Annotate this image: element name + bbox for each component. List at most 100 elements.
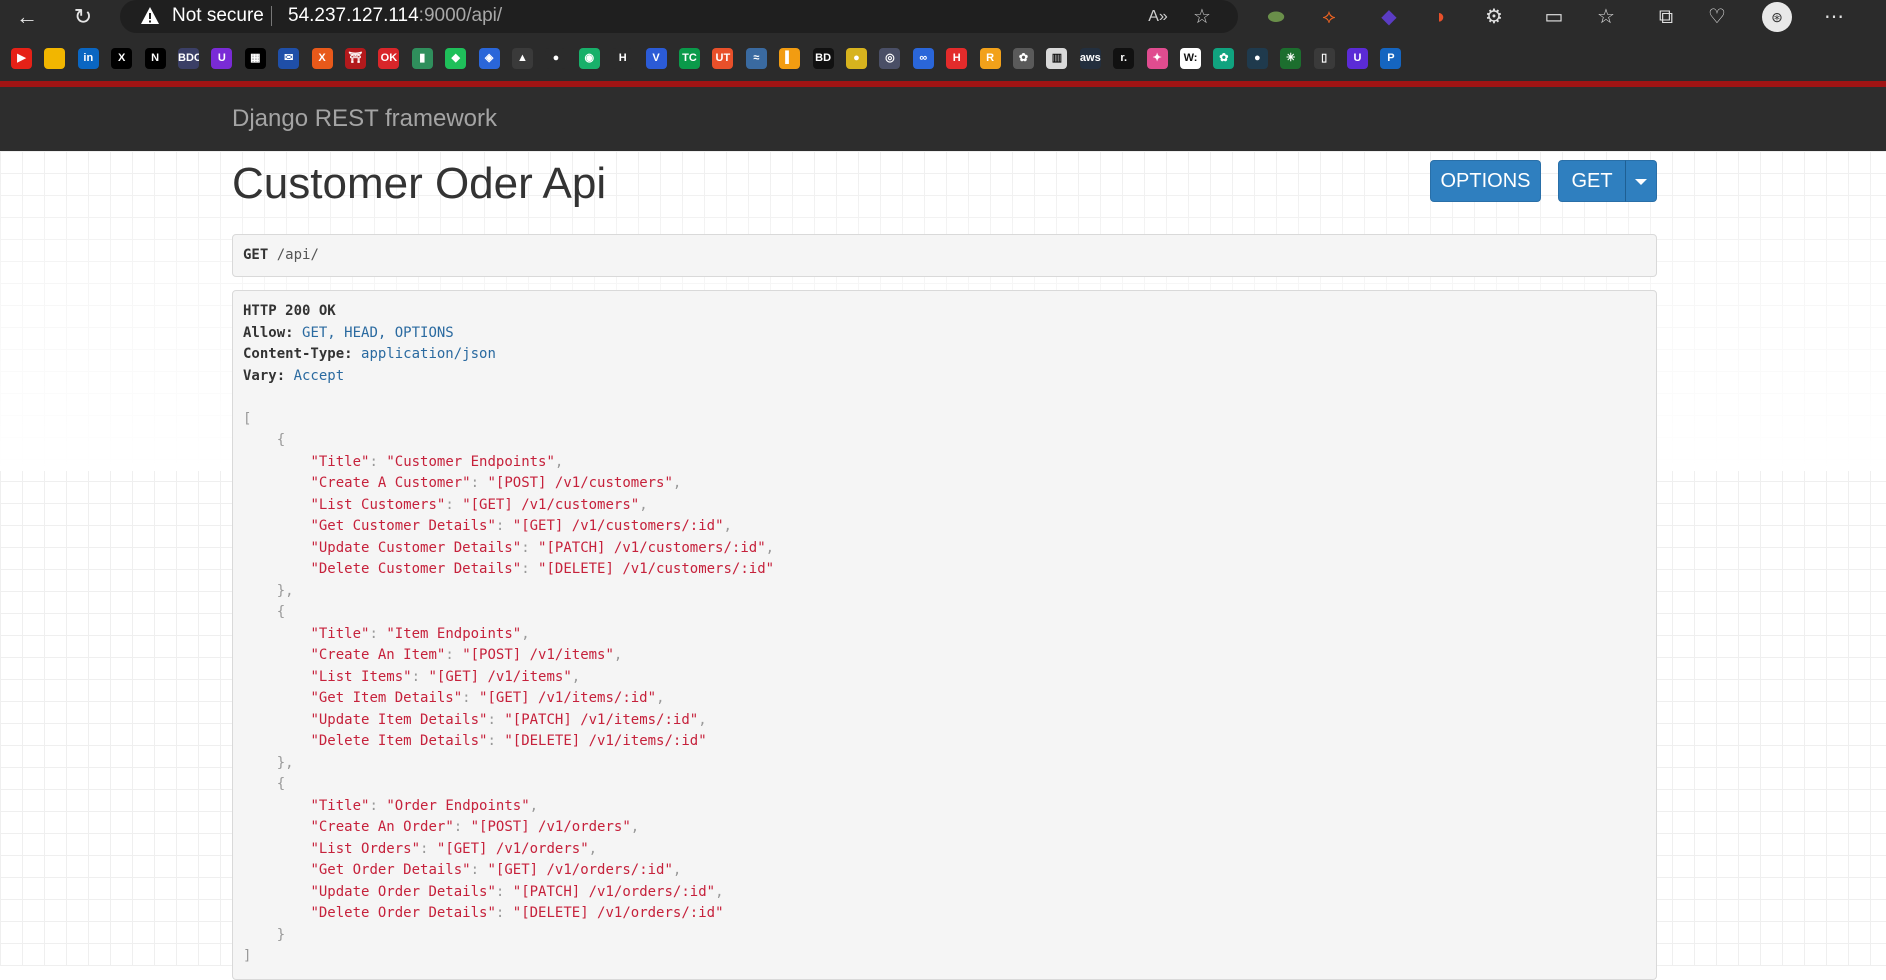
sparkle-icon[interactable]: ✦: [1146, 48, 1168, 69]
ubisoft-icon[interactable]: U: [211, 48, 233, 69]
code-line: HTTP 200 OK: [243, 301, 1646, 323]
u-icon[interactable]: U: [1347, 48, 1368, 69]
brand-link[interactable]: Django REST framework: [232, 105, 497, 133]
get-format-dropdown[interactable]: [1625, 160, 1657, 202]
techcrunch-icon[interactable]: TC: [679, 48, 700, 69]
json-comma: ,: [715, 883, 724, 900]
extension-icon[interactable]: ⟡: [1315, 4, 1343, 30]
linkedin-icon[interactable]: in: [77, 48, 99, 69]
extension-icon[interactable]: ⚙: [1480, 4, 1508, 30]
json-quote: ": [403, 668, 412, 685]
json-colon: :: [369, 453, 387, 470]
code-line: },: [243, 753, 1646, 775]
json-quote: ": [310, 819, 319, 835]
folder-icon[interactable]: [44, 48, 66, 69]
json-comma: ,: [613, 647, 623, 663]
youtube-icon[interactable]: ▶: [11, 48, 32, 69]
ut-icon[interactable]: UT: [712, 48, 734, 69]
bd-icon[interactable]: BD: [812, 48, 834, 69]
notion-icon[interactable]: N: [144, 48, 166, 69]
chart-icon[interactable]: ▮: [411, 48, 433, 69]
extension-icon[interactable]: ◗: [1427, 4, 1455, 30]
favorite-icon[interactable]: ☆: [1190, 5, 1214, 29]
bdo-icon[interactable]: BDO: [178, 48, 199, 69]
more-icon[interactable]: ⋯: [1820, 4, 1848, 30]
building-icon[interactable]: ▥: [1046, 48, 1068, 69]
browser-essentials-icon[interactable]: ♡: [1703, 4, 1731, 30]
aws-icon[interactable]: aws: [1079, 48, 1101, 69]
code-line: "List Orders": "[GET] /v1/orders",: [243, 839, 1646, 861]
collections-icon[interactable]: ⧉: [1652, 4, 1680, 30]
p-icon[interactable]: P: [1380, 48, 1402, 69]
dark-icon[interactable]: ●: [1246, 48, 1268, 69]
json-bracket: ]: [243, 948, 252, 964]
code-line: [: [243, 409, 1646, 431]
profile-icon[interactable]: ⊛: [1762, 2, 1792, 32]
extension-icon[interactable]: ⬬: [1262, 4, 1290, 30]
analytics-icon[interactable]: ▍: [779, 48, 801, 69]
json-quote: ": [428, 668, 437, 685]
x-orange-icon[interactable]: X: [311, 48, 333, 69]
code-line: "Title": "Customer Endpoints",: [243, 452, 1646, 474]
jira-icon[interactable]: ◈: [478, 48, 500, 69]
code-line: ]: [243, 946, 1646, 968]
read-aloud-icon[interactable]: A»: [1146, 5, 1170, 29]
json-colon: :: [521, 539, 539, 556]
json-colon: :: [495, 518, 513, 534]
json-colon: :: [495, 905, 513, 921]
json-colon: :: [420, 840, 437, 857]
gem-icon[interactable]: ◆: [445, 48, 467, 69]
json-quote: ": [310, 453, 319, 470]
json-quote: ": [386, 797, 395, 814]
w-icon[interactable]: W:: [1180, 48, 1201, 69]
get-button[interactable]: GET: [1558, 160, 1626, 202]
browser-chrome: ← ↻ Not secure 54.237.127.114:9000/api/ …: [0, 0, 1886, 81]
grid-icon[interactable]: ▦: [244, 48, 266, 69]
globe-icon[interactable]: ◎: [879, 48, 901, 69]
reload-icon[interactable]: ↻: [70, 4, 96, 30]
wolf-icon[interactable]: ▲: [512, 48, 533, 69]
mail-icon[interactable]: ✉: [278, 48, 300, 69]
r-icon[interactable]: R: [979, 48, 1001, 69]
leaf-icon[interactable]: ✳: [1280, 48, 1302, 69]
x-icon[interactable]: X: [111, 48, 133, 69]
egg-icon[interactable]: ●: [846, 48, 867, 69]
openai-icon[interactable]: ✿: [1013, 48, 1034, 69]
json-key: List Customers: [318, 496, 437, 513]
github-icon[interactable]: ●: [545, 48, 567, 69]
json-key: List Items: [318, 668, 404, 685]
url-text[interactable]: 54.237.127.114:9000/api/: [288, 6, 502, 26]
codeium-icon[interactable]: ◉: [578, 48, 600, 69]
extension-icon[interactable]: ◆: [1375, 4, 1403, 30]
h-icon[interactable]: H: [946, 48, 968, 69]
gate-icon[interactable]: ⛩: [345, 48, 366, 69]
jetbrains-icon[interactable]: H: [612, 48, 634, 69]
json-brace: },: [243, 582, 294, 599]
page-icon[interactable]: ▯: [1313, 48, 1335, 69]
json-quote: ": [715, 905, 724, 921]
options-button[interactable]: OPTIONS: [1430, 160, 1541, 202]
response-info: HTTP 200 OK Allow: GET, HEAD, OPTIONS Cont…: [232, 290, 1657, 980]
ok-icon[interactable]: OK: [378, 48, 400, 69]
favorites-icon[interactable]: ☆: [1592, 4, 1620, 30]
json-quote: ": [310, 496, 319, 513]
security-label[interactable]: Not secure: [172, 6, 264, 26]
json-quote: ": [512, 625, 522, 642]
v-icon[interactable]: V: [645, 48, 667, 69]
wave-icon[interactable]: ≈: [745, 48, 767, 69]
r-dot-icon[interactable]: r.: [1113, 48, 1135, 69]
bookmarks-bar: ▶ in X N BDO U ▦ ✉ X ⛩ OK ▮ ◆ ◈ ▲ ● ◉ H V TC UT ≈ ▍ BD ● ◎ ∞ H R ✿ ▥ aw…: [0, 44, 1886, 76]
json-value: [DELETE] /v1/orders/:id: [521, 905, 716, 921]
json-quote: ": [563, 668, 572, 685]
chatgpt-icon[interactable]: ✿: [1213, 48, 1235, 69]
json-quote: ": [386, 625, 395, 642]
infinity-icon[interactable]: ∞: [912, 48, 934, 69]
json-key: Title: [318, 625, 362, 642]
back-icon[interactable]: ←: [14, 4, 40, 30]
json-quote: ": [605, 647, 614, 663]
address-bar[interactable]: Not secure 54.237.127.114:9000/api/ A» ☆: [120, 0, 1238, 33]
code-line: Vary: Accept: [243, 366, 1646, 388]
split-screen-icon[interactable]: ▭: [1540, 4, 1568, 30]
